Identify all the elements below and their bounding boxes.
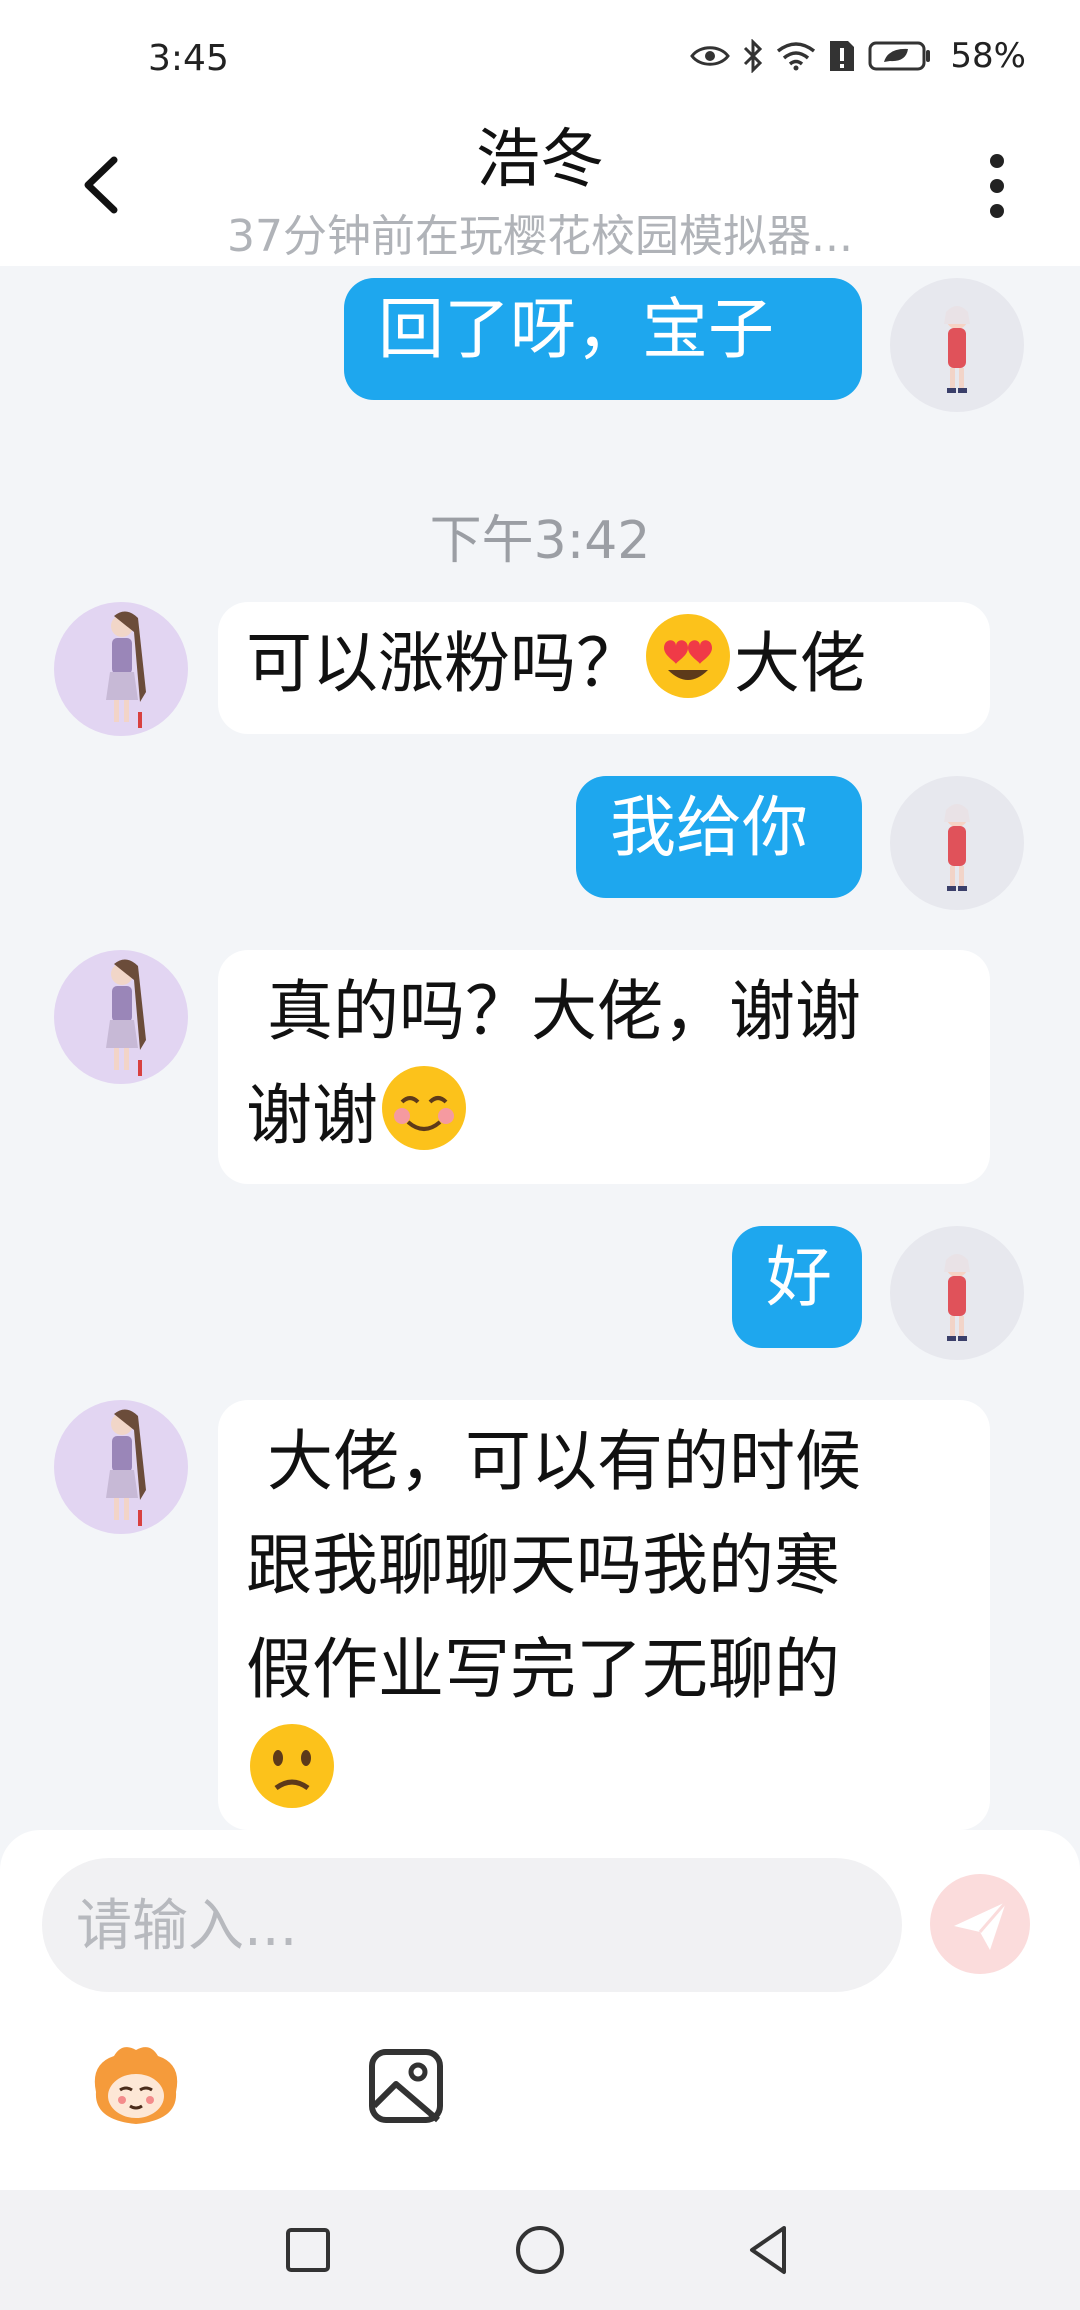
anime-girl-avatar-icon [106,959,146,1076]
message-list[interactable]: 回了呀，宝子 下午3:42 可以涨粉吗？ 大佬 我给你 真的吗？大佬，谢谢 谢谢 … [0,266,1080,1830]
contact-status: 37分钟前在玩樱花校园模拟器... [227,211,853,262]
message-bubble-incoming[interactable]: 大佬，可以有的时候 跟我聊聊天吗我的寒 假作业写完了无聊的 [218,1400,990,1830]
eye-icon [690,46,731,66]
bluetooth-icon [744,39,763,73]
sim-alert-icon [830,41,855,71]
message-bubble-outgoing[interactable]: 我给你 [576,776,862,898]
my-avatar[interactable] [890,1226,1024,1360]
anime-girl-avatar-icon [944,804,970,891]
battery-percent: 58% [950,36,1026,76]
image-button[interactable] [356,2036,456,2136]
contact-name: 浩冬 [476,123,604,197]
message-line: 真的吗？大佬，谢谢 [246,973,861,1050]
message-input[interactable] [74,1858,838,1994]
anime-girl-avatar-icon [944,1254,970,1341]
home-button[interactable] [510,2220,570,2280]
paper-plane-icon [954,1901,1008,1950]
status-time: 3:45 [148,38,229,79]
message-bubble-incoming[interactable]: 可以涨粉吗？ 大佬 [218,602,990,734]
square-recents-icon [286,2228,330,2272]
composer [0,1830,1080,2190]
my-avatar[interactable] [890,278,1024,412]
chat-header: 浩冬 37分钟前在玩樱花校园模拟器... [0,100,1080,266]
anime-girl-avatar-icon [106,611,146,728]
anime-girl-avatar-icon [106,1409,146,1526]
sticker-button[interactable] [86,2036,186,2136]
message-line: 跟我聊聊天吗我的寒 [246,1527,840,1604]
message-input-container[interactable] [42,1858,902,1994]
slightly-frowning-emoji [250,1724,334,1808]
status-icons: 58% [690,36,1026,76]
message-line: 谢谢 [246,1077,378,1154]
message-bubble-outgoing[interactable]: 回了呀，宝子 [344,278,862,400]
more-button[interactable] [986,154,1008,218]
contact-avatar[interactable] [54,1400,188,1534]
system-back-button[interactable] [738,2220,798,2280]
message-text: 我给你 [610,789,808,866]
recents-button[interactable] [278,2220,338,2280]
message-text-after: 大佬 [734,625,866,702]
time-divider: 下午3:42 [429,511,651,571]
battery-icon [868,41,931,71]
message-line: 假作业写完了无聊的 [246,1631,840,1708]
smiling-blush-emoji [382,1066,466,1150]
wifi-icon [777,42,816,71]
triangle-back-icon [750,2226,786,2274]
contact-avatar[interactable] [54,950,188,1084]
anime-girl-avatar-icon [944,306,970,393]
system-navigation-bar [0,2190,1080,2310]
message-bubble-outgoing[interactable]: 好 [732,1226,862,1348]
circle-home-icon [516,2226,564,2274]
more-vertical-icon [990,154,1004,168]
message-text: 好 [766,1239,832,1316]
message-text: 可以涨粉吗？ [246,625,642,702]
message-line: 大佬，可以有的时候 [246,1423,861,1500]
message-text: 回了呀，宝子 [378,291,774,368]
send-button[interactable] [930,1874,1030,1974]
message-bubble-incoming[interactable]: 真的吗？大佬，谢谢 谢谢 [218,950,990,1184]
heart-eyes-emoji [646,614,730,698]
contact-avatar[interactable] [54,602,188,736]
image-picker-icon [369,2049,443,2123]
sticker-mascot-icon [94,2047,178,2124]
my-avatar[interactable] [890,776,1024,910]
